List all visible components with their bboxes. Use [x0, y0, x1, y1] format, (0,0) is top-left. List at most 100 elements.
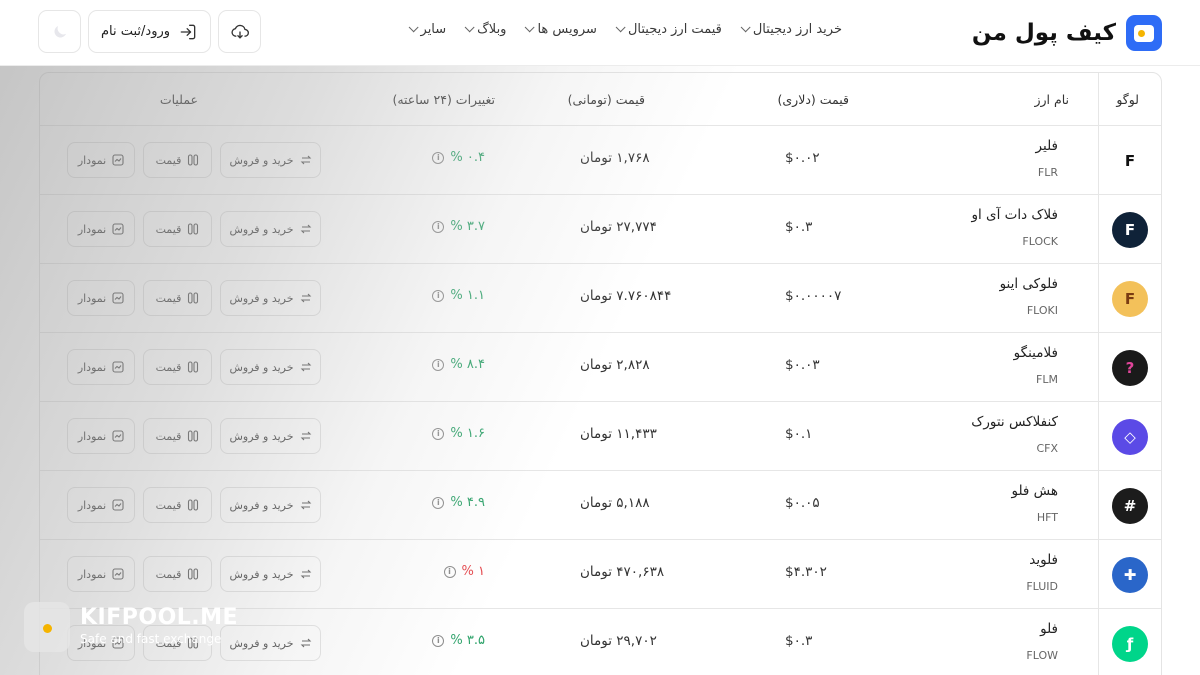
table-row[interactable]: # هش فلو HFT $۰.۰۵ ۵,۱۸۸ تومان ۴.۹ % i ن…	[40, 471, 1161, 540]
coin-name[interactable]: فلامینگو	[1014, 345, 1058, 361]
chart-button[interactable]: نمودار	[67, 280, 135, 316]
coin-symbol: CFX	[1036, 442, 1058, 455]
coin-logo-icon: F	[1112, 281, 1148, 317]
trade-button[interactable]: خرید و فروش	[220, 487, 321, 523]
info-icon[interactable]: i	[432, 220, 445, 233]
table-row[interactable]: ◇ کنفلاکس نتورک CFX $۰.۱ ۱۱,۴۳۳ تومان ۱.…	[40, 402, 1161, 471]
trade-button[interactable]: خرید و فروش	[220, 211, 321, 247]
chart-icon	[112, 361, 124, 373]
header-name: نام ارز	[1034, 92, 1069, 107]
info-icon[interactable]: i	[443, 565, 456, 578]
brand-logo-icon	[1126, 15, 1162, 51]
nav-buy-crypto[interactable]: خرید ارز دیجیتال	[740, 22, 842, 37]
price-button[interactable]: قیمت	[143, 487, 212, 523]
table-row[interactable]: F فلاک دات آی او FLOCK $۰.۳ ۲۷,۷۷۴ تومان…	[40, 195, 1161, 264]
price-label: قیمت	[155, 429, 182, 443]
price-label: قیمت	[155, 360, 182, 374]
main-nav: خرید ارز دیجیتال قیمت ارز دیجیتال سرویس …	[408, 22, 842, 37]
coin-name[interactable]: هش فلو	[1011, 483, 1058, 499]
nav-crypto-price[interactable]: قیمت ارز دیجیتال	[615, 22, 722, 37]
table-row[interactable]: F فلیر FLR $۰.۰۲ ۱,۷۶۸ تومان ۰.۴ % i نمو…	[40, 126, 1161, 195]
price-button[interactable]: قیمت	[143, 211, 212, 247]
chart-icon	[112, 292, 124, 304]
exchange-icon	[300, 569, 311, 579]
trade-button[interactable]: خرید و فروش	[220, 142, 321, 178]
change-value: ۴.۹ %	[450, 495, 485, 510]
download-app-button[interactable]	[218, 10, 261, 53]
nav-label: قیمت ارز دیجیتال	[627, 22, 722, 37]
theme-toggle-button[interactable]	[38, 10, 81, 53]
login-register-button[interactable]: ورود/ثبت نام	[88, 10, 211, 53]
nav-blog[interactable]: وبلاگ	[464, 22, 506, 37]
info-icon[interactable]: i	[432, 634, 445, 647]
price-button[interactable]: قیمت	[143, 280, 212, 316]
coin-name[interactable]: فلوکی اینو	[1000, 276, 1058, 292]
price-button[interactable]: قیمت	[143, 349, 212, 385]
table-header: لوگو نام ارز قیمت (دلاری) قیمت (تومانی) …	[40, 73, 1161, 126]
price-toman: ۷.۷۶۰۸۴۴ تومان	[580, 288, 672, 304]
coin-logo-icon: ƒ	[1112, 626, 1148, 662]
coin-name[interactable]: فلیر	[1036, 138, 1058, 154]
header-usd: قیمت (دلاری)	[777, 92, 850, 107]
coin-symbol: HFT	[1036, 511, 1058, 524]
trade-label: خرید و فروش	[229, 498, 294, 512]
trade-button[interactable]: خرید و فروش	[220, 349, 321, 385]
chart-button[interactable]: نمودار	[67, 418, 135, 454]
price-button[interactable]: قیمت	[143, 418, 212, 454]
coin-symbol: FLOKI	[1026, 304, 1058, 317]
coin-name[interactable]: فلوید	[1029, 552, 1058, 568]
exchange-icon	[300, 224, 311, 234]
price-toman: ۲۷,۷۷۴ تومان	[580, 219, 657, 235]
trade-button[interactable]: خرید و فروش	[220, 556, 321, 592]
price-usd: $۰.۰۰۰۰۷	[785, 288, 842, 304]
nav-services[interactable]: سرویس ها	[524, 22, 597, 37]
chevron-down-icon	[525, 22, 536, 33]
price-usd: $۰.۳	[785, 219, 813, 235]
table-row[interactable]: ✚ فلوید FLUID $۴.۳۰۲ ۴۷۰,۶۳۸ تومان ۱ % i…	[40, 540, 1161, 609]
chart-button[interactable]: نمودار	[67, 211, 135, 247]
crypto-table: لوگو نام ارز قیمت (دلاری) قیمت (تومانی) …	[39, 72, 1162, 675]
info-icon[interactable]: i	[432, 358, 445, 371]
brand[interactable]: کیف پول من	[972, 14, 1162, 52]
chart-label: نمودار	[77, 291, 107, 305]
info-icon[interactable]: i	[432, 289, 445, 302]
nav-other[interactable]: سایر	[408, 22, 446, 37]
table-row[interactable]: F فلوکی اینو FLOKI $۰.۰۰۰۰۷ ۷.۷۶۰۸۴۴ توم…	[40, 264, 1161, 333]
price-button[interactable]: قیمت	[143, 142, 212, 178]
change-24h: ۳.۵ % i	[432, 633, 485, 648]
coin-symbol: FLOW	[1026, 649, 1058, 662]
row-actions: نمودار قیمت خرید و فروش	[67, 556, 321, 592]
chevron-down-icon	[740, 22, 751, 33]
info-icon[interactable]: i	[432, 151, 445, 164]
header-logo: لوگو	[1116, 92, 1139, 107]
coin-logo-icon: F	[1112, 212, 1148, 248]
trade-button[interactable]: خرید و فروش	[220, 280, 321, 316]
chevron-down-icon	[408, 22, 419, 33]
change-value: ۱ %	[461, 564, 485, 579]
change-24h: ۴.۹ % i	[432, 495, 485, 510]
chart-button[interactable]: نمودار	[67, 556, 135, 592]
coin-symbol: FLOCK	[1022, 235, 1058, 248]
info-icon[interactable]: i	[432, 496, 445, 509]
chart-label: نمودار	[77, 153, 107, 167]
chart-icon	[112, 154, 124, 166]
coin-name[interactable]: کنفلاکس نتورک	[971, 414, 1058, 430]
price-usd: $۰.۰۳	[785, 357, 820, 373]
chart-button[interactable]: نمودار	[67, 487, 135, 523]
coin-name[interactable]: فلاک دات آی او	[971, 207, 1058, 223]
exchange-icon	[300, 362, 311, 372]
price-button[interactable]: قیمت	[143, 556, 212, 592]
coin-name[interactable]: فلو	[1040, 621, 1058, 637]
table-row[interactable]: ? فلامینگو FLM $۰.۰۳ ۲,۸۲۸ تومان ۸.۴ % i…	[40, 333, 1161, 402]
watermark: KIFPOOL.ME Safe and fast exchange	[24, 600, 238, 654]
price-toman: ۱,۷۶۸ تومان	[580, 150, 650, 166]
price-icon	[188, 223, 199, 235]
chart-button[interactable]: نمودار	[67, 142, 135, 178]
chart-button[interactable]: نمودار	[67, 349, 135, 385]
watermark-title: KIFPOOL.ME	[80, 605, 239, 630]
trade-button[interactable]: خرید و فروش	[220, 418, 321, 454]
price-usd: $۰.۱	[785, 426, 813, 442]
price-toman: ۱۱,۴۳۳ تومان	[580, 426, 657, 442]
chart-label: نمودار	[77, 222, 107, 236]
info-icon[interactable]: i	[432, 427, 445, 440]
